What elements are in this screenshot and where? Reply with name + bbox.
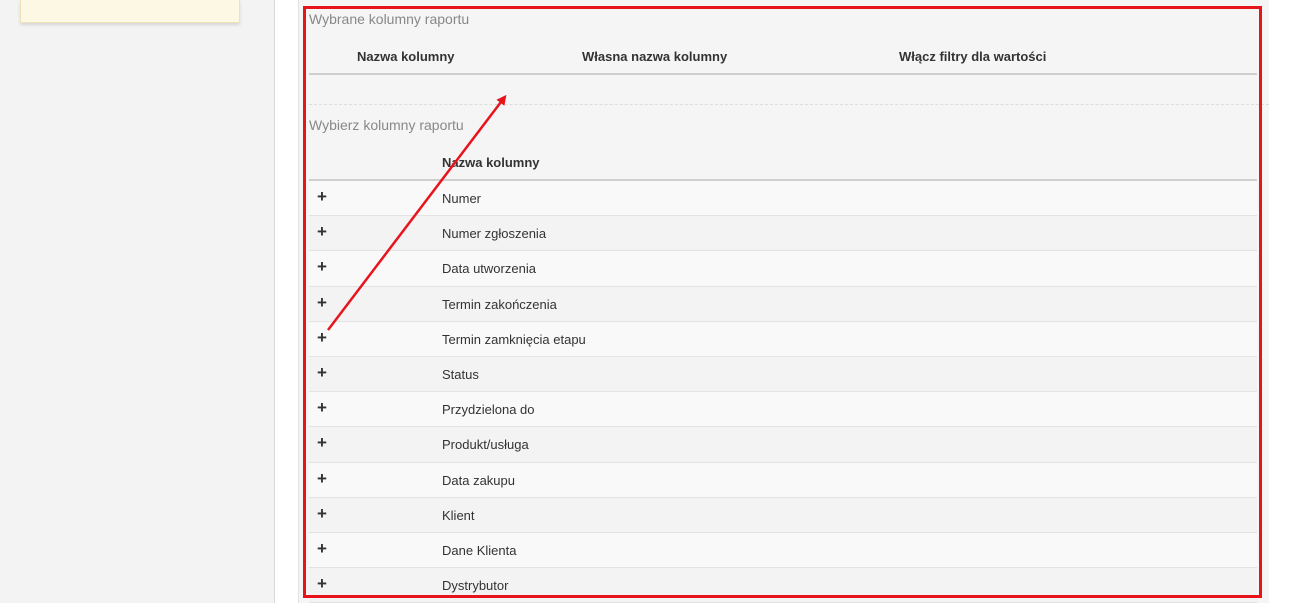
column-name-label: Przydzielona do	[442, 402, 535, 418]
report-columns-panel: Wybrane kolumny raportu Nazwa kolumny Wł…	[298, 0, 1269, 603]
table-row: + Numer zgłoszenia	[309, 216, 1257, 252]
table-row: + Dystrybutor	[309, 568, 1257, 603]
add-column-icon[interactable]: +	[317, 469, 327, 488]
add-column-icon[interactable]: +	[317, 539, 327, 558]
add-column-icon[interactable]: +	[317, 363, 327, 382]
table-row: + Termin zamknięcia etapu	[309, 321, 1257, 357]
column-name-label: Klient	[442, 507, 475, 523]
column-name-label: Dane Klienta	[442, 542, 517, 558]
header-custom-name: Własna nazwa kolumny	[582, 49, 728, 64]
header-enable-filters: Włącz filtry dla wartości	[899, 49, 1047, 64]
add-column-icon[interactable]: +	[317, 504, 327, 523]
selected-columns-title: Wybrane kolumny raportu	[309, 11, 470, 27]
table-row: + Numer	[309, 181, 1257, 217]
column-name-label: Termin zakończenia	[442, 296, 557, 312]
add-column-icon[interactable]: +	[317, 223, 327, 241]
table-row: + Data utworzenia	[309, 251, 1257, 287]
add-column-icon[interactable]: +	[317, 188, 327, 206]
add-column-icon[interactable]: +	[317, 293, 327, 312]
available-columns-list: + Numer + Numer zgłoszenia + Data utworzenia +…	[309, 181, 1257, 603]
header-column-name: Nazwa kolumny	[357, 49, 455, 64]
column-name-label: Numer	[442, 191, 482, 206]
column-name-label: Data utworzenia	[442, 261, 536, 277]
table-row: + Data zakupu	[309, 462, 1257, 498]
table-row: + Status	[309, 356, 1257, 393]
add-column-icon[interactable]: +	[317, 258, 327, 276]
left-sidebar	[0, 0, 275, 603]
selected-header-divider	[309, 73, 1257, 75]
section-divider	[309, 104, 1269, 105]
add-column-icon[interactable]: +	[317, 399, 327, 417]
column-name-label: Data zakupu	[442, 472, 515, 488]
table-row: + Przydzielona do	[309, 392, 1257, 428]
table-row: + Dane Klienta	[309, 532, 1257, 569]
choose-header-column-name: Nazwa kolumny	[442, 155, 540, 170]
column-name-label: Termin zamknięcia etapu	[442, 331, 586, 347]
column-name-label: Numer zgłoszenia	[442, 226, 547, 242]
sidebar-note-card	[20, 0, 240, 23]
table-row: + Produkt/usługa	[309, 427, 1257, 463]
add-column-icon[interactable]: +	[317, 434, 327, 452]
table-row: + Klient	[309, 497, 1257, 533]
column-name-label: Dystrybutor	[442, 578, 509, 594]
table-row: + Termin zakończenia	[309, 286, 1257, 322]
column-name-label: Produkt/usługa	[442, 437, 529, 453]
add-column-icon[interactable]: +	[317, 575, 327, 593]
choose-columns-title: Wybierz kolumny raportu	[309, 117, 464, 133]
column-name-label: Status	[442, 366, 479, 382]
add-column-icon[interactable]: +	[317, 328, 327, 347]
